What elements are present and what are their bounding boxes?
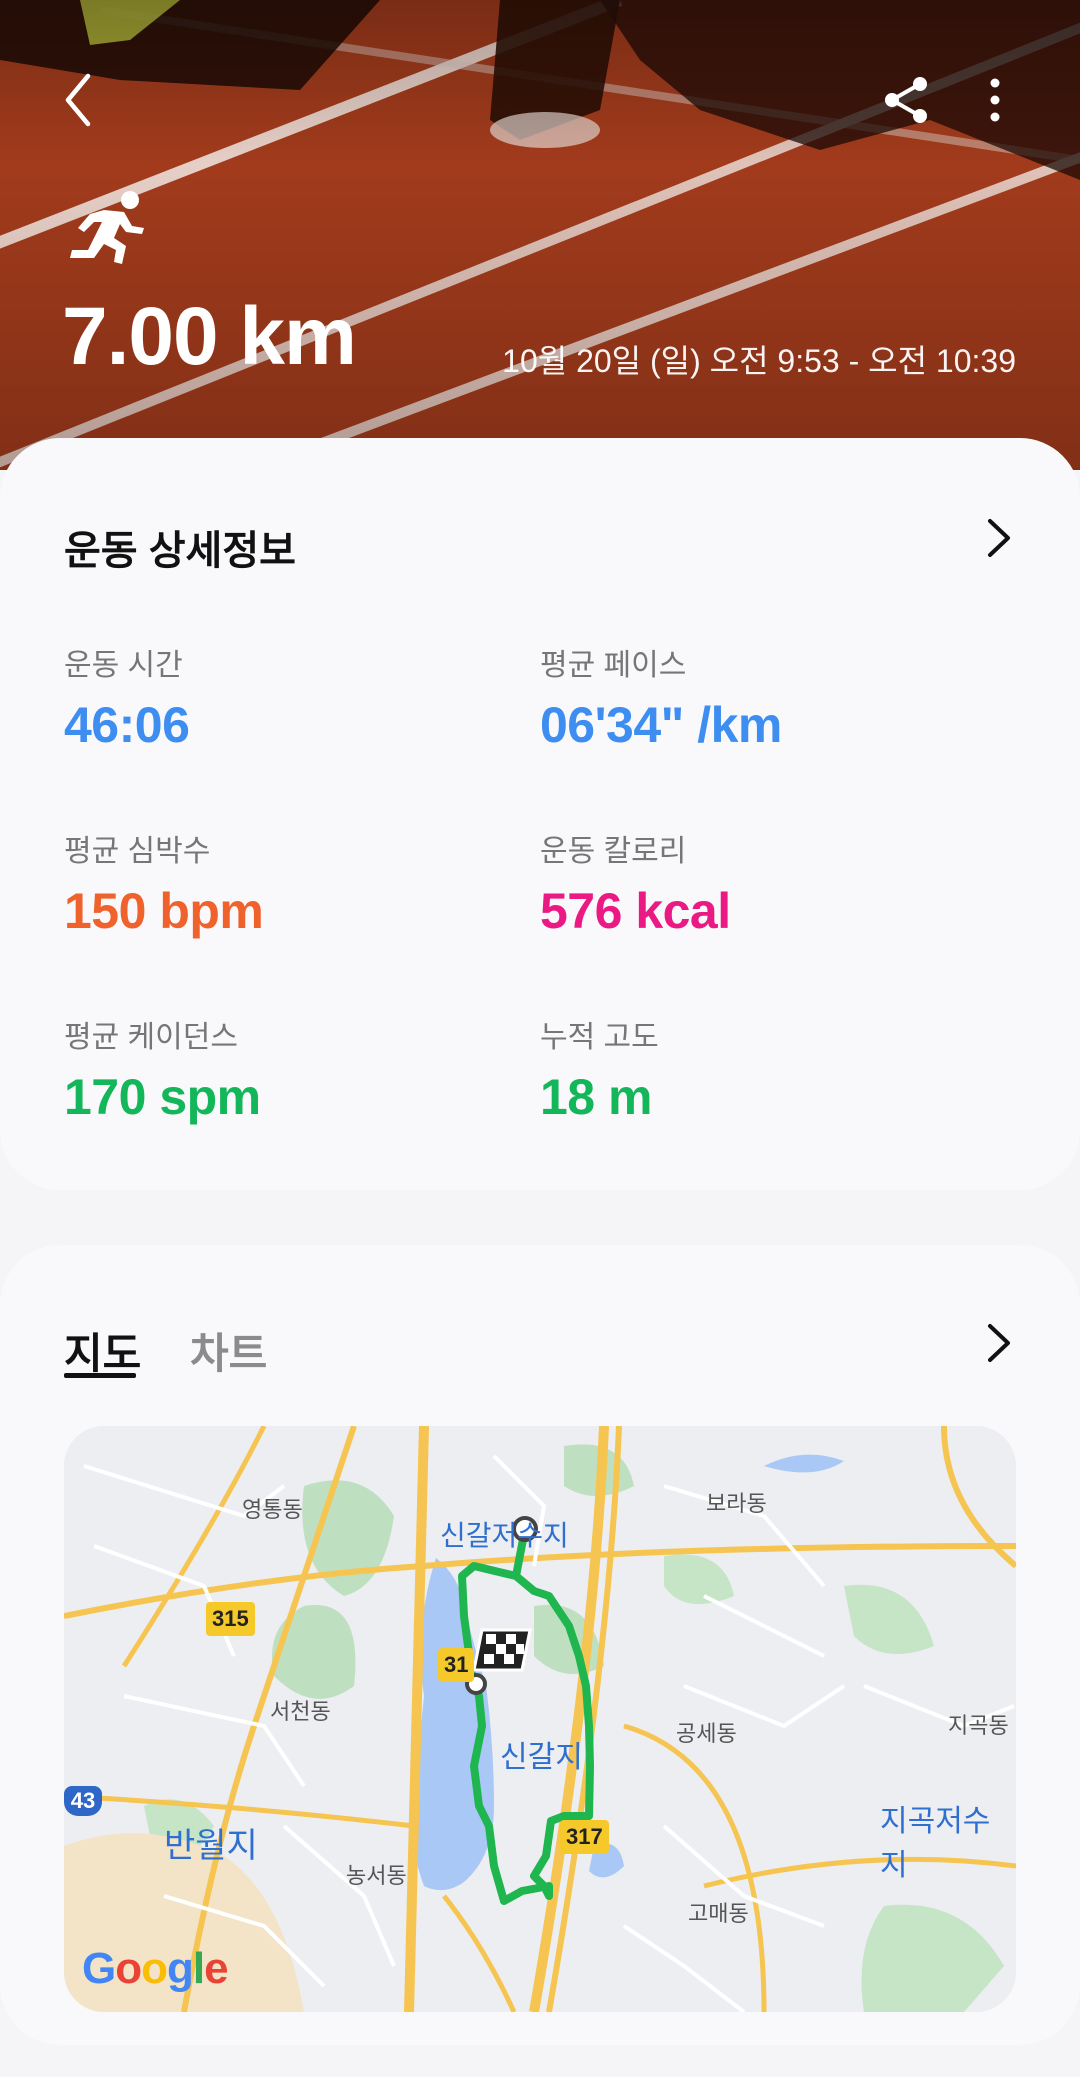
metric-avg-heart-rate: 평균 심박수 150 bpm: [64, 826, 264, 940]
map-label-gongse: 공세동: [676, 1721, 737, 1746]
map-label-singalji: 신갈지: [500, 1741, 583, 1774]
map-label-boradong: 보라동: [706, 1491, 767, 1516]
chevron-left-icon: [65, 73, 91, 127]
metric-label: 평균 심박수: [64, 835, 211, 868]
map-more-button[interactable]: [978, 1318, 1018, 1368]
metric-value: 576 kcal: [540, 883, 731, 939]
map-label-jigok: 지곡동: [948, 1713, 1009, 1738]
google-logo: Google: [82, 1944, 229, 1993]
share-button[interactable]: [882, 75, 932, 125]
map-label-nongseo: 농서동: [346, 1863, 407, 1888]
chevron-right-icon: [988, 519, 1010, 557]
highway-43-badge: 43: [64, 1786, 102, 1816]
route-map[interactable]: 영통동 보라동 신갈저수지 서천동 공세동 지곡동 신갈지 지곡저수지 반월지 …: [64, 1426, 1016, 2012]
metric-label: 누적 고도: [540, 1021, 659, 1054]
details-more-button[interactable]: [978, 513, 1018, 563]
map-label-singal-reservoir: 신갈저수지: [440, 1520, 569, 1551]
tab-chart[interactable]: 차트: [190, 1320, 267, 1381]
metric-calories: 운동 칼로리 576 kcal: [540, 826, 731, 940]
metric-duration: 운동 시간 46:06: [64, 640, 190, 754]
distance-value: 7.00 km: [62, 291, 357, 382]
workout-datetime: 10월 20일 (일) 오전 9:53 - 오전 10:39: [502, 343, 1016, 379]
metric-label: 운동 칼로리: [540, 835, 687, 868]
route-315-badge: 315: [206, 1602, 255, 1636]
more-vertical-icon: [990, 78, 1000, 122]
metric-value: 06'34" /km: [540, 697, 782, 753]
map-label-seocheon: 서천동: [270, 1699, 331, 1724]
running-icon: [70, 191, 144, 264]
metric-value: 150 bpm: [64, 883, 264, 939]
route-317-badge: 317: [560, 1820, 609, 1854]
details-title: 운동 상세정보: [64, 529, 296, 573]
metric-elevation-gain: 누적 고도 18 m: [540, 1012, 659, 1126]
map-label-jigok-reservoir: 지곡저수지: [880, 1805, 991, 1882]
metric-label: 운동 시간: [64, 649, 183, 682]
active-tab-indicator: [64, 1373, 136, 1378]
map-label-banwolji: 반월지: [164, 1827, 258, 1865]
hero-header: 7.00 km 10월 20일 (일) 오전 9:53 - 오전 10:39: [0, 0, 1080, 470]
metric-avg-cadence: 평균 케이던스 170 spm: [64, 1012, 261, 1126]
metric-value: 170 spm: [64, 1069, 261, 1125]
share-icon: [885, 77, 927, 123]
chevron-right-icon: [988, 1324, 1010, 1362]
back-button[interactable]: [58, 70, 108, 130]
metric-avg-pace: 평균 페이스 06'34" /km: [540, 640, 782, 754]
map-label-youngtong: 영통동: [242, 1497, 303, 1522]
more-options-button[interactable]: [975, 75, 1015, 125]
metric-label: 평균 케이던스: [64, 1021, 238, 1054]
metric-value: 46:06: [64, 697, 190, 753]
route-31x-badge: 31: [438, 1648, 475, 1682]
tab-map[interactable]: 지도: [64, 1320, 141, 1381]
metric-label: 평균 페이스: [540, 649, 687, 682]
map-label-gomae: 고매동: [688, 1901, 749, 1926]
metric-value: 18 m: [540, 1069, 652, 1125]
